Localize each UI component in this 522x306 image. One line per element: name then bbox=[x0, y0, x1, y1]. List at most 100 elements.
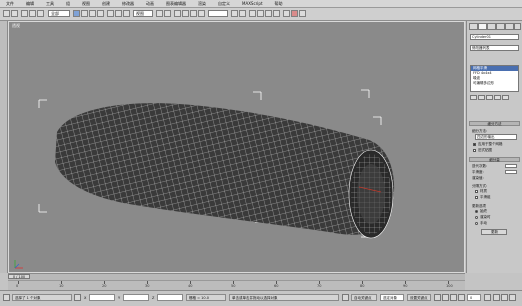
time-config-icon[interactable] bbox=[484, 294, 491, 301]
reference-coordinate-dropdown[interactable]: 视图 bbox=[133, 10, 153, 17]
menu-item[interactable]: 帮助 bbox=[269, 0, 289, 7]
undo-icon[interactable] bbox=[3, 10, 10, 17]
time-slider[interactable]: 0 / 100 bbox=[8, 273, 465, 280]
materials-checkbox[interactable] bbox=[475, 190, 478, 193]
stack-item[interactable]: 可编辑多边形 bbox=[471, 81, 518, 86]
time-slider-knob[interactable]: 0 / 100 bbox=[8, 274, 30, 279]
named-selection-sets[interactable] bbox=[208, 10, 228, 17]
angle-snap-icon[interactable] bbox=[182, 10, 189, 17]
move-icon[interactable] bbox=[107, 10, 114, 17]
menu-item[interactable]: 编辑 bbox=[20, 0, 40, 7]
selected-set-dropdown[interactable]: 选定对象 bbox=[380, 294, 404, 301]
material-editor-icon[interactable] bbox=[273, 10, 280, 17]
menu-item[interactable]: 修改器 bbox=[116, 0, 140, 7]
object-name-field[interactable]: Cylinder01 bbox=[470, 34, 519, 40]
scale-icon[interactable] bbox=[123, 10, 130, 17]
mirror-icon[interactable] bbox=[231, 10, 238, 17]
window-crossing-icon[interactable] bbox=[97, 10, 104, 17]
select-by-name-icon[interactable] bbox=[81, 10, 88, 17]
viewport-canvas[interactable] bbox=[9, 22, 465, 273]
old-style-mapping-checkbox[interactable] bbox=[473, 149, 476, 152]
render-setup-icon[interactable] bbox=[283, 10, 290, 17]
curve-editor-icon[interactable] bbox=[257, 10, 264, 17]
update-button[interactable]: 更新 bbox=[481, 229, 507, 235]
tab-display[interactable] bbox=[505, 23, 514, 30]
tab-create[interactable] bbox=[469, 23, 478, 30]
pin-stack-icon[interactable] bbox=[470, 95, 477, 100]
select-link-icon[interactable] bbox=[21, 10, 28, 17]
tab-utilities[interactable] bbox=[514, 23, 521, 30]
configure-sets-icon[interactable] bbox=[502, 95, 509, 100]
smoothing-groups-checkbox[interactable] bbox=[475, 196, 478, 199]
z-coordinate-field[interactable] bbox=[157, 294, 183, 301]
spinner-snap-icon[interactable] bbox=[198, 10, 205, 17]
bind-space-warp-icon[interactable] bbox=[37, 10, 44, 17]
auto-key-button[interactable]: 自动关键点 bbox=[351, 294, 377, 301]
schematic-view-icon[interactable] bbox=[265, 10, 272, 17]
update-manual-radio[interactable] bbox=[475, 222, 478, 225]
menu-item[interactable]: 组 bbox=[60, 0, 76, 7]
selection-filter-dropdown[interactable]: 全部 bbox=[48, 10, 70, 17]
redo-icon[interactable] bbox=[11, 10, 18, 17]
smoothness-spinner[interactable] bbox=[505, 170, 517, 174]
y-coordinate-field[interactable] bbox=[123, 294, 149, 301]
update-render-radio[interactable] bbox=[475, 216, 478, 219]
menu-item[interactable]: 图表编辑器 bbox=[160, 0, 192, 7]
tab-hierarchy[interactable] bbox=[487, 23, 496, 30]
rollout-subdivision-amount[interactable]: 细分量 bbox=[469, 157, 520, 162]
layer-manager-icon[interactable] bbox=[249, 10, 256, 17]
update-always-label: 始终 bbox=[480, 209, 487, 213]
tab-motion[interactable] bbox=[496, 23, 505, 30]
menu-item[interactable]: 创建 bbox=[96, 0, 116, 7]
maxscript-listener-icon[interactable] bbox=[3, 294, 10, 301]
tube-mesh[interactable] bbox=[55, 103, 395, 239]
set-key-button[interactable]: 设置关键点 bbox=[407, 294, 431, 301]
snap-toggle-icon[interactable] bbox=[174, 10, 181, 17]
menu-item[interactable]: 渲染 bbox=[192, 0, 212, 7]
pivot-center-icon[interactable] bbox=[156, 10, 163, 17]
make-unique-icon[interactable] bbox=[486, 95, 493, 100]
select-object-icon[interactable] bbox=[73, 10, 80, 17]
rollout-subdivision-method[interactable]: 细分方法 bbox=[469, 121, 520, 126]
rotate-icon[interactable] bbox=[115, 10, 122, 17]
align-icon[interactable] bbox=[239, 10, 246, 17]
current-frame-field[interactable]: 0 bbox=[467, 294, 481, 301]
ruler-label: 70 bbox=[317, 284, 322, 288]
modifier-list-dropdown[interactable]: 修改器列表 bbox=[470, 45, 519, 51]
menu-item[interactable]: 文件 bbox=[0, 0, 20, 7]
apply-whole-mesh-checkbox[interactable] bbox=[473, 143, 476, 146]
menu-item[interactable]: MAXScript bbox=[236, 0, 269, 7]
play-icon[interactable] bbox=[450, 294, 457, 301]
track-bar[interactable]: 0 10 20 30 40 50 60 70 80 90 100 bbox=[8, 280, 465, 290]
next-frame-icon[interactable] bbox=[458, 294, 465, 301]
prev-frame-icon[interactable] bbox=[442, 294, 449, 301]
render-frame-icon[interactable] bbox=[291, 10, 298, 17]
percent-snap-icon[interactable] bbox=[190, 10, 197, 17]
ruler-label: 60 bbox=[274, 284, 279, 288]
lock-selection-icon[interactable] bbox=[74, 294, 81, 301]
tab-modify[interactable] bbox=[478, 23, 487, 30]
quick-render-icon[interactable] bbox=[299, 10, 306, 17]
goto-start-icon[interactable] bbox=[434, 294, 441, 301]
rectangular-selection-icon[interactable] bbox=[89, 10, 96, 17]
unlink-icon[interactable] bbox=[29, 10, 36, 17]
manipulate-icon[interactable] bbox=[164, 10, 171, 17]
axis-gizmo bbox=[14, 260, 23, 269]
iterations-spinner[interactable] bbox=[505, 164, 517, 168]
perspective-viewport[interactable]: 透视 bbox=[8, 21, 465, 273]
menu-item[interactable]: 视图 bbox=[76, 0, 96, 7]
method-dropdown[interactable]: 四边形输出 bbox=[475, 134, 517, 140]
modifier-stack[interactable]: 网格平滑 FFD 4x4x4 噪波 可编辑多边形 bbox=[470, 65, 519, 92]
menu-item[interactable]: 工具 bbox=[40, 0, 60, 7]
key-icon[interactable] bbox=[342, 294, 349, 301]
pan-icon[interactable] bbox=[501, 294, 508, 301]
update-always-radio[interactable] bbox=[475, 210, 478, 213]
zoom-icon[interactable] bbox=[493, 294, 500, 301]
remove-modifier-icon[interactable] bbox=[494, 95, 501, 100]
menu-item[interactable]: 动画 bbox=[140, 0, 160, 7]
status-bar: 选择了 1 个对象 X Y Z 栅格 = 10.0 单击或单击并拖动以选择对象 … bbox=[0, 290, 522, 306]
show-end-result-icon[interactable] bbox=[478, 95, 485, 100]
maximize-viewport-icon[interactable] bbox=[509, 294, 516, 301]
menu-item[interactable]: 自定义 bbox=[212, 0, 236, 7]
x-coordinate-field[interactable] bbox=[89, 294, 115, 301]
